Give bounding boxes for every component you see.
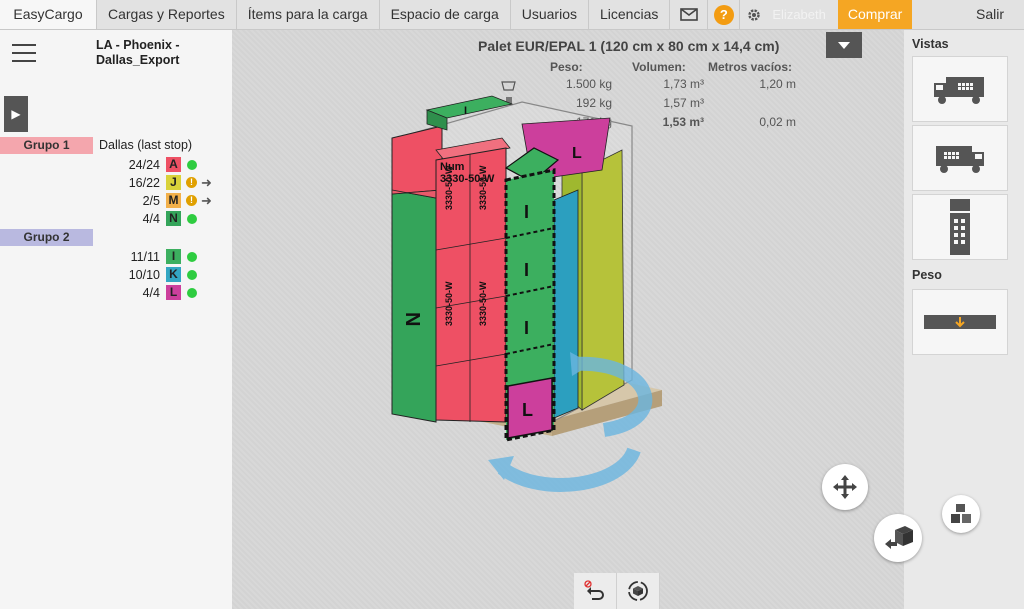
boxes-view-button[interactable] [942, 495, 980, 533]
status-ok-icon [187, 287, 197, 298]
box-label-code: 3330-50-W [478, 281, 488, 326]
view-front-button[interactable] [912, 125, 1008, 191]
tab-usuarios[interactable]: Usuarios [511, 0, 589, 29]
views-label: Vistas [912, 37, 949, 51]
box-letter-label: I [524, 202, 529, 222]
box-letter-label: L [522, 400, 533, 420]
tab-easycargo[interactable]: EasyCargo [0, 0, 97, 29]
tab-licencias[interactable]: Licencias [589, 0, 671, 29]
move-button[interactable] [822, 464, 868, 510]
move-arrows-icon [833, 475, 857, 499]
help-icon: ? [713, 4, 734, 25]
box-label-code: 3330-50-W [478, 165, 488, 210]
svg-text:I: I [464, 105, 467, 117]
left-panel: LA - Phoenix - Dallas_Export ▶ Grupo 1 D… [0, 30, 232, 609]
buy-button[interactable]: Comprar [837, 0, 913, 29]
box-label-code: 3330-50-W [444, 281, 454, 326]
stop-label: Dallas (last stop) [99, 138, 193, 152]
list-item[interactable]: 10/10 K [100, 266, 230, 283]
logout-button[interactable]: Salir [956, 0, 1024, 29]
item-count: 24/24 [128, 157, 160, 172]
load-title: LA - Phoenix - Dallas_Export [96, 38, 180, 67]
list-item[interactable]: 4/4 L [100, 284, 230, 301]
tab-cargas-reportes[interactable]: Cargas y Reportes [97, 0, 237, 29]
list-item[interactable]: 16/22 J ! ➜ [100, 174, 230, 191]
reset-rotation-button[interactable] [617, 573, 660, 609]
list-item[interactable]: 4/4 N [100, 210, 230, 227]
3d-viewport[interactable]: Palet EUR/EPAL 1 (120 cm x 80 cm x 14,4 … [232, 30, 904, 609]
status-ok-icon [187, 159, 197, 170]
bottom-toolbar [574, 573, 660, 609]
arrow-right-icon: ➜ [201, 192, 212, 208]
user-name[interactable]: Elizabeth [768, 0, 837, 29]
item-code-badge: A [166, 157, 181, 172]
truck-side-icon [934, 77, 984, 104]
expand-panel-button[interactable]: ▶ [4, 96, 28, 132]
mail-icon[interactable] [670, 0, 709, 29]
list-item[interactable]: 24/24 A [100, 156, 230, 173]
menu-icon[interactable] [12, 44, 36, 68]
status-ok-icon [187, 269, 197, 280]
item-code-badge: L [166, 285, 181, 300]
weight-view-button[interactable] [912, 289, 1008, 355]
tab-items[interactable]: Ítems para la carga [237, 0, 380, 29]
status-ok-icon [187, 251, 197, 262]
top-nav: EasyCargo Cargas y Reportes Ítems para l… [0, 0, 1024, 30]
group-label[interactable]: Grupo 2 [0, 229, 93, 246]
item-code-badge: K [166, 267, 181, 282]
box-label-code: 3330-50-W [444, 165, 454, 210]
unload-box-button[interactable] [874, 514, 922, 562]
item-count: 10/10 [128, 267, 160, 282]
box-letter-label: N [401, 312, 423, 326]
status-ok-icon [187, 213, 197, 224]
warning-icon: ! [186, 177, 197, 188]
boxes-stack-icon [951, 504, 971, 523]
item-code-badge: M [166, 193, 181, 208]
truck-front-icon [936, 146, 984, 173]
item-count: 16/22 [128, 175, 160, 190]
svg-text:L: L [572, 145, 582, 162]
cargo-scene[interactable]: L N I Num 3330-50-W 3330-50-W 3330-50-W … [232, 30, 904, 609]
box-letter-label: I [524, 318, 529, 338]
item-code-badge: N [166, 211, 181, 226]
warning-icon: ! [186, 195, 197, 206]
item-count: 2/5 [142, 193, 160, 208]
item-code-badge: J [166, 175, 181, 190]
undo-restricted-button[interactable] [574, 573, 617, 609]
weight-distribution-icon [924, 315, 996, 329]
view-top-button[interactable] [912, 194, 1008, 260]
list-item[interactable]: 2/5 M ! ➜ [100, 192, 230, 209]
arrow-right-icon: ➜ [201, 174, 212, 190]
item-count: 4/4 [142, 285, 160, 300]
view-side-button[interactable] [912, 56, 1008, 122]
box-letter-label: I [524, 260, 529, 280]
undo-icon [584, 580, 604, 600]
item-code-badge: I [166, 249, 181, 264]
gear-icon[interactable] [740, 0, 768, 29]
group-label[interactable]: Grupo 1 [0, 137, 93, 154]
truck-top-icon [950, 199, 970, 255]
help-button[interactable]: ? [708, 0, 741, 29]
tab-espacio-carga[interactable]: Espacio de carga [380, 0, 511, 29]
list-item[interactable]: 11/11 I [100, 248, 230, 265]
item-count: 11/11 [130, 249, 160, 264]
rotate-cube-icon [628, 581, 648, 601]
item-count: 4/4 [142, 211, 160, 226]
weight-label: Peso [912, 268, 942, 282]
box-return-icon [885, 526, 913, 549]
